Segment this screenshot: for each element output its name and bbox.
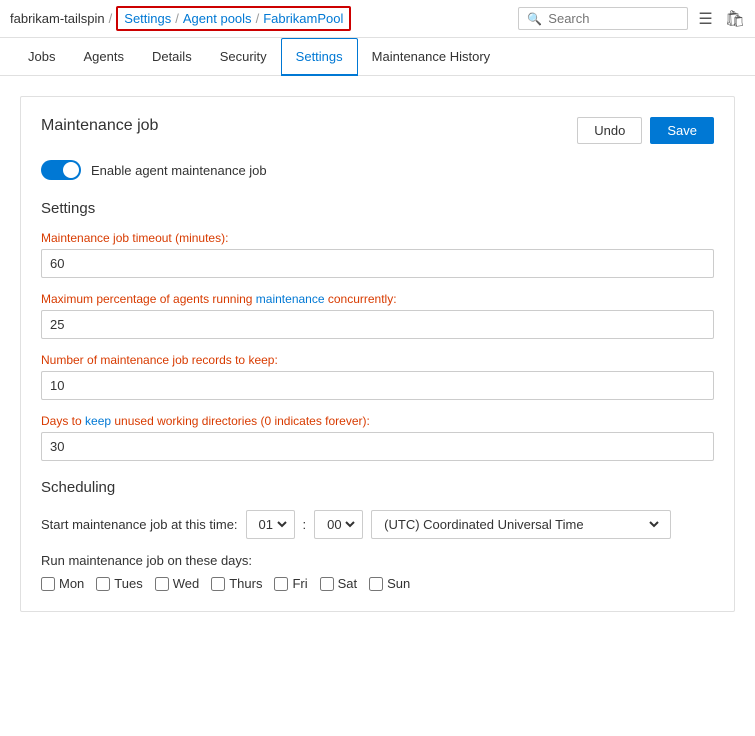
day-label-sat: Sat (338, 576, 358, 591)
checkbox-sat[interactable] (320, 577, 334, 591)
input-records[interactable] (41, 371, 714, 400)
save-button[interactable]: Save (650, 117, 714, 144)
day-item-fri[interactable]: Fri (274, 576, 307, 591)
toggle-label: Enable agent maintenance job (91, 163, 267, 178)
day-label-tues: Tues (114, 576, 142, 591)
settings-heading: Settings (41, 200, 714, 217)
checkbox-sun[interactable] (369, 577, 383, 591)
label-timeout: Maintenance job timeout (minutes): (41, 231, 714, 245)
day-label-fri: Fri (292, 576, 307, 591)
org-name: fabrikam-tailspin (10, 11, 105, 26)
day-item-sat[interactable]: Sat (320, 576, 358, 591)
schedule-label: Start maintenance job at this time: (41, 517, 238, 532)
minute-select-wrapper[interactable]: 00 15 30 45 (314, 510, 363, 539)
settings-card: Maintenance job Undo Save Enable agent m… (20, 96, 735, 612)
sub-nav: Jobs Agents Details Security Settings Ma… (0, 38, 755, 76)
day-item-mon[interactable]: Mon (41, 576, 84, 591)
checkbox-mon[interactable] (41, 577, 55, 591)
toggle-row: Enable agent maintenance job (41, 160, 714, 180)
day-label-mon: Mon (59, 576, 84, 591)
checkbox-tues[interactable] (96, 577, 110, 591)
tab-details[interactable]: Details (138, 39, 206, 76)
day-label-sun: Sun (387, 576, 410, 591)
card-title: Maintenance job (41, 117, 158, 135)
label-records: Number of maintenance job records to kee… (41, 353, 714, 367)
input-max-percentage[interactable] (41, 310, 714, 339)
list-icon[interactable]: ☰ (698, 9, 712, 29)
timezone-select-wrapper[interactable]: (UTC) Coordinated Universal Time (UTC-05… (371, 510, 671, 539)
top-bar-right: 🔍 ☰ 🛍 (518, 7, 745, 30)
day-item-thurs[interactable]: Thurs (211, 576, 262, 591)
breadcrumb-box: Settings / Agent pools / FabrikamPool (116, 6, 351, 31)
field-max-percentage: Maximum percentage of agents running mai… (41, 292, 714, 339)
label-days-keep: Days to keep unused working directories … (41, 414, 714, 428)
input-timeout[interactable] (41, 249, 714, 278)
timezone-select[interactable]: (UTC) Coordinated Universal Time (UTC-05… (380, 516, 662, 533)
time-colon: : (303, 517, 307, 532)
card-header: Maintenance job Undo Save (41, 117, 714, 144)
tab-security[interactable]: Security (206, 39, 281, 76)
card-actions: Undo Save (577, 117, 714, 144)
search-icon: 🔍 (527, 12, 542, 26)
days-row: Mon Tues Wed Thurs Fri (41, 576, 714, 591)
tab-settings[interactable]: Settings (281, 38, 358, 76)
label-max-percentage: Maximum percentage of agents running mai… (41, 292, 714, 306)
main-content: Maintenance job Undo Save Enable agent m… (0, 76, 755, 632)
days-section: Run maintenance job on these days: Mon T… (41, 553, 714, 591)
top-icons: ☰ 🛍 (698, 9, 745, 29)
scheduling-heading: Scheduling (41, 479, 714, 496)
top-bar: fabrikam-tailspin / Settings / Agent poo… (0, 0, 755, 38)
undo-button[interactable]: Undo (577, 117, 642, 144)
field-records: Number of maintenance job records to kee… (41, 353, 714, 400)
input-days-keep[interactable] (41, 432, 714, 461)
tab-maintenance-history[interactable]: Maintenance History (358, 39, 505, 76)
breadcrumb: fabrikam-tailspin / Settings / Agent poo… (10, 6, 351, 31)
day-label-thurs: Thurs (229, 576, 262, 591)
breadcrumb-fabrikampool[interactable]: FabrikamPool (263, 11, 343, 26)
enable-toggle[interactable] (41, 160, 81, 180)
day-item-sun[interactable]: Sun (369, 576, 410, 591)
field-timeout: Maintenance job timeout (minutes): (41, 231, 714, 278)
breadcrumb-agent-pools[interactable]: Agent pools (183, 11, 252, 26)
checkbox-wed[interactable] (155, 577, 169, 591)
search-input[interactable] (548, 11, 679, 26)
breadcrumb-settings[interactable]: Settings (124, 11, 171, 26)
sep1: / (109, 11, 113, 26)
sep2: / (175, 11, 179, 26)
field-days-keep: Days to keep unused working directories … (41, 414, 714, 461)
day-item-tues[interactable]: Tues (96, 576, 142, 591)
schedule-time-row: Start maintenance job at this time: 01 0… (41, 510, 714, 539)
search-box[interactable]: 🔍 (518, 7, 688, 30)
checkbox-thurs[interactable] (211, 577, 225, 591)
sep3: / (256, 11, 260, 26)
days-label: Run maintenance job on these days: (41, 553, 714, 568)
day-item-wed[interactable]: Wed (155, 576, 200, 591)
checkbox-fri[interactable] (274, 577, 288, 591)
tab-jobs[interactable]: Jobs (14, 39, 69, 76)
bag-icon[interactable]: 🛍 (725, 9, 745, 29)
hour-select[interactable]: 01 02 03 04 05 06 07 08 09 10 11 12 13 1… (255, 516, 290, 533)
day-label-wed: Wed (173, 576, 200, 591)
minute-select[interactable]: 00 15 30 45 (323, 516, 358, 533)
tab-agents[interactable]: Agents (69, 39, 137, 76)
hour-select-wrapper[interactable]: 01 02 03 04 05 06 07 08 09 10 11 12 13 1… (246, 510, 295, 539)
